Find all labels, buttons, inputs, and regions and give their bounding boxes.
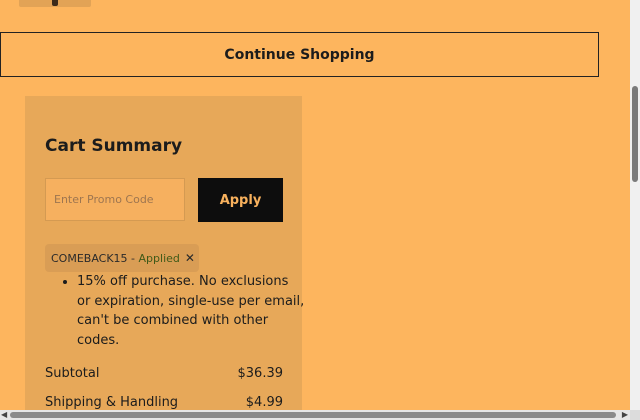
coupon-status: Applied: [138, 251, 180, 265]
shipping-value: $4.99: [245, 395, 283, 410]
continue-shopping-button[interactable]: Continue Shopping: [0, 32, 599, 77]
subtotal-row: Subtotal $36.39: [45, 366, 283, 381]
scrollbar-corner: [630, 410, 640, 420]
applied-coupon-chip: COMEBACK15 - Applied ✕: [45, 244, 199, 272]
subtotal-label: Subtotal: [45, 366, 100, 381]
vertical-scroll-thumb[interactable]: [632, 86, 638, 182]
shipping-label: Shipping & Handling: [45, 395, 179, 410]
coupon-description: 15% off purchase. No exclusions or expir…: [77, 272, 305, 350]
scroll-right-icon[interactable]: ▶: [622, 410, 628, 420]
cart-summary-panel: Cart Summary Apply COMEBACK15 - Applied …: [25, 96, 305, 420]
product-image: [52, 0, 58, 6]
horizontal-scrollbar[interactable]: ◀ ▶: [0, 410, 640, 420]
subtotal-value: $36.39: [237, 366, 284, 381]
coupon-code: COMEBACK15: [51, 251, 128, 265]
vertical-scrollbar[interactable]: [630, 0, 640, 410]
coupon-description-list: 15% off purchase. No exclusions or expir…: [57, 272, 305, 350]
apply-promo-button[interactable]: Apply: [198, 178, 283, 222]
coupon-separator: -: [127, 251, 139, 265]
cart-summary-title: Cart Summary: [45, 136, 183, 156]
promo-code-input[interactable]: [45, 178, 185, 221]
shipping-row: Shipping & Handling $4.99: [45, 395, 283, 410]
scroll-left-icon[interactable]: ◀: [1, 410, 7, 420]
product-thumbnail: [19, 0, 91, 7]
horizontal-scroll-thumb[interactable]: [10, 412, 616, 418]
remove-coupon-icon[interactable]: ✕: [185, 251, 195, 265]
